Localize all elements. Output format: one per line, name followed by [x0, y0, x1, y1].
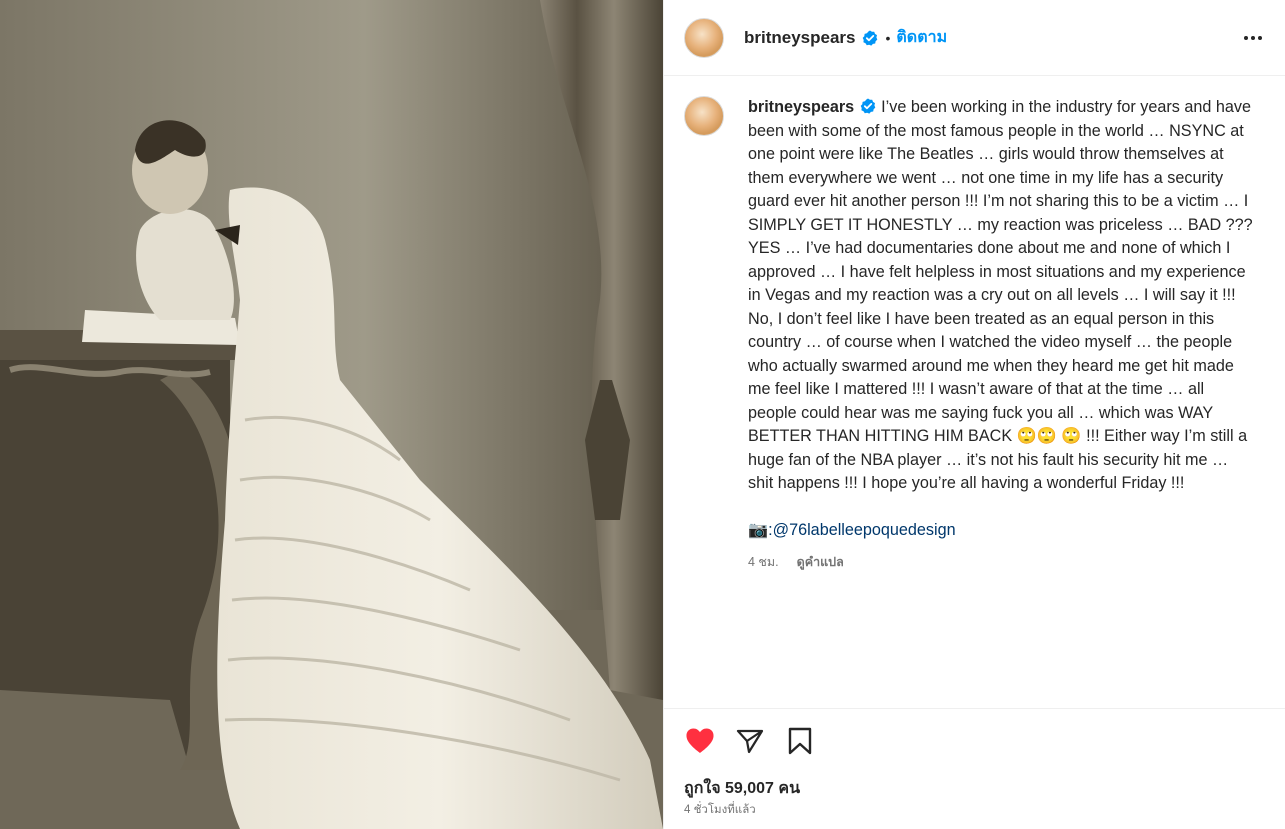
- share-button[interactable]: [734, 725, 766, 757]
- post-photo[interactable]: [0, 0, 663, 829]
- vintage-photo-illustration: [0, 0, 663, 829]
- more-options-icon[interactable]: [1241, 26, 1265, 50]
- see-translation-button[interactable]: ดูคำแปล: [797, 552, 844, 572]
- username-link[interactable]: britneyspears: [744, 28, 856, 48]
- heart-filled-icon: [686, 728, 714, 753]
- likes-count[interactable]: ถูกใจ 59,007 คน: [684, 776, 800, 801]
- caption-avatar[interactable]: [684, 96, 724, 136]
- caption-section: britneyspears I’ve been working in the in…: [684, 96, 1265, 572]
- verified-badge-icon: [862, 30, 878, 46]
- photo-credit-link[interactable]: 📷:@76labelleepoquedesign: [748, 520, 1254, 540]
- avatar[interactable]: [684, 17, 724, 58]
- bookmark-icon: [788, 727, 812, 754]
- separator-dot: •: [885, 29, 891, 46]
- post-side-panel: britneyspears • ติดตาม britneyspears I’ve…: [663, 0, 1285, 829]
- caption-text-block: britneyspears I’ve been working in the in…: [748, 96, 1254, 496]
- like-button[interactable]: [684, 725, 716, 757]
- caption-meta: 4 ชม. ดูคำแปล: [748, 552, 1254, 572]
- follow-button[interactable]: ติดตาม: [896, 25, 947, 50]
- caption-text: I’ve been working in the industry for ye…: [748, 98, 1253, 492]
- action-bar: [664, 708, 1285, 772]
- caption-username-link[interactable]: britneyspears: [748, 98, 854, 116]
- share-icon: [736, 729, 764, 753]
- caption-timestamp[interactable]: 4 ชม.: [748, 552, 779, 572]
- post-timestamp[interactable]: 4 ชั่วโมงที่แล้ว: [684, 801, 756, 819]
- save-button[interactable]: [784, 725, 816, 757]
- caption-body: britneyspears I’ve been working in the in…: [748, 96, 1254, 572]
- post-header: britneyspears • ติดตาม: [664, 0, 1285, 76]
- verified-badge-icon: [860, 98, 876, 114]
